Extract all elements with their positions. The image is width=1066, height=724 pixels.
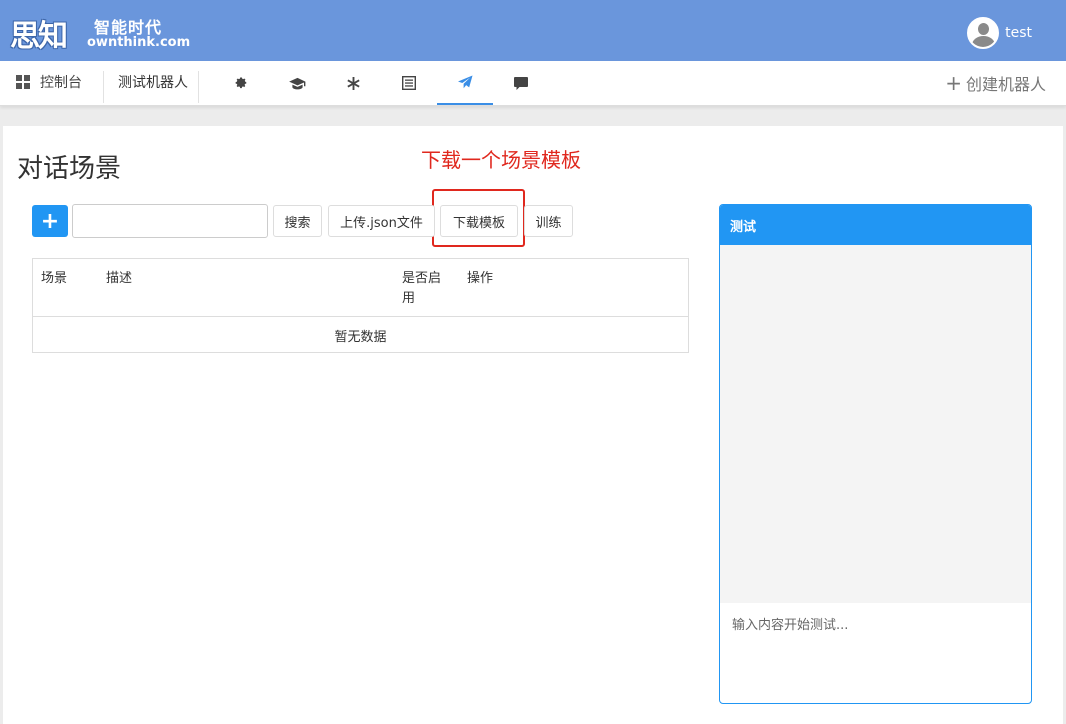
username[interactable]: test xyxy=(1005,25,1032,41)
nav-bot-name[interactable]: 测试机器人 xyxy=(118,61,188,103)
test-message-input[interactable] xyxy=(720,603,1031,647)
plus-icon: + xyxy=(945,71,962,95)
avatar[interactable] xyxy=(967,17,1000,49)
upload-json-button[interactable]: 上传.json文件 xyxy=(328,205,435,237)
nav-dashboard[interactable]: 控制台 xyxy=(16,61,82,103)
nav-dashboard-label: 控制台 xyxy=(40,75,82,91)
train-button[interactable]: 训练 xyxy=(524,205,573,237)
search-input[interactable] xyxy=(72,204,268,238)
user-menu[interactable]: test xyxy=(967,17,1032,49)
column-header-actions: 操作 xyxy=(467,271,494,286)
dashboard-grid-icon xyxy=(16,75,30,89)
add-scene-button[interactable]: + xyxy=(32,205,68,237)
download-template-button[interactable]: 下载模板 xyxy=(440,205,518,237)
create-bot-label: 创建机器人 xyxy=(965,75,1046,94)
annotation-text: 下载一个场景模板 xyxy=(421,148,581,172)
top-header: 思知 智能时代 ownthink.com test xyxy=(0,0,1066,61)
logo-chinese[interactable]: 思知 xyxy=(10,11,68,55)
asterisk-icon[interactable] xyxy=(325,61,381,105)
logo-url: ownthink.com xyxy=(87,35,191,50)
column-header-enabled: 是否启用 xyxy=(402,271,442,306)
test-panel: 测试 xyxy=(719,204,1032,704)
comment-icon[interactable] xyxy=(493,61,549,105)
empty-state: 暂无数据 xyxy=(334,329,387,345)
test-chat-area xyxy=(720,245,1031,603)
scene-table: 场景 描述 是否启用 操作 暂无数据 xyxy=(32,258,689,353)
search-button[interactable]: 搜索 xyxy=(273,205,322,237)
column-header-description: 描述 xyxy=(106,271,133,286)
nav-divider xyxy=(103,71,104,103)
create-bot-button[interactable]: + 创建机器人 xyxy=(945,61,1046,105)
test-panel-title: 测试 xyxy=(720,205,1031,245)
gear-icon[interactable] xyxy=(213,61,269,105)
main-panel: 对话场景 下载一个场景模板 + 搜索 上传.json文件 下载模板 训练 场景 … xyxy=(3,126,1063,724)
nav-bar: 控制台 测试机器人 + 创建机器人 xyxy=(0,61,1066,106)
column-header-scene: 场景 xyxy=(41,271,68,286)
nav-divider xyxy=(198,71,199,103)
paper-plane-icon[interactable] xyxy=(437,61,493,105)
graduation-cap-icon[interactable] xyxy=(269,61,325,105)
list-icon[interactable] xyxy=(381,61,437,105)
page-title: 对话场景 xyxy=(17,154,122,184)
